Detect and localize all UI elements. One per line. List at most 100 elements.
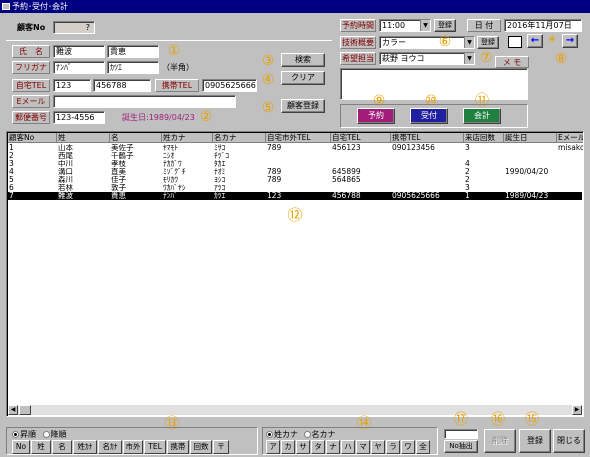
table-cell: 7	[9, 192, 14, 200]
column-header[interactable]: 顧客No	[8, 133, 57, 143]
register-customer-button[interactable]: 顧客登録	[281, 99, 325, 113]
table-cell: 123	[267, 192, 282, 200]
column-header[interactable]: 姓	[57, 133, 110, 143]
sort-button[interactable]: 市外	[123, 440, 143, 454]
last-kana-input[interactable]: ﾅﾝﾊﾞ	[53, 61, 105, 74]
sort-button[interactable]: 〒	[213, 440, 229, 454]
column-header[interactable]: 名カナ	[213, 133, 266, 143]
staff-select[interactable]: 萩野 ヨウコ ▼	[379, 52, 475, 65]
sort-button[interactable]: No	[12, 440, 30, 454]
marker-7: ⑦	[479, 50, 493, 66]
table-cell: 敦子	[111, 184, 126, 192]
email-input[interactable]	[53, 95, 236, 108]
kana-filter-button[interactable]: サ	[296, 440, 310, 454]
date-field[interactable]: 2016年11月07日	[504, 19, 582, 32]
sort-button[interactable]: 携帯	[167, 440, 189, 454]
table-cell: 4	[465, 160, 470, 168]
mobile-tel-input[interactable]: 0905625666	[202, 79, 257, 92]
sort-asc-radio[interactable]	[12, 431, 19, 438]
column-header[interactable]: 誕生日	[504, 133, 557, 143]
delete-button[interactable]: 削除	[484, 429, 516, 453]
table-row[interactable]: 3 中川 孝枝 ﾅｶｶﾞﾜ ﾀｶｴ 4	[8, 160, 582, 168]
first-kana-input[interactable]: ｶﾂｴ	[107, 61, 159, 74]
no-extract-input[interactable]	[444, 429, 478, 439]
table-row[interactable]: 1 山本 美佐子 ﾔﾏﾓﾄ ﾐｻｺ 789 456123 090123456 3 misako@	[8, 144, 583, 152]
scroll-left-icon[interactable]: ◀	[8, 405, 18, 415]
close-button[interactable]: 閉じる	[553, 429, 585, 453]
table-cell: 千鶴子	[111, 152, 134, 160]
reception-button[interactable]: 受付	[410, 108, 448, 124]
today-icon[interactable]: ☀	[544, 33, 560, 47]
save-button[interactable]: 登録	[519, 429, 551, 453]
first-name-input[interactable]: 貴恵	[107, 45, 159, 58]
kana-last-radio[interactable]	[266, 431, 273, 438]
staff-label: 希望担当	[340, 52, 376, 65]
table-row[interactable]: 2 西尾 千鶴子 ﾆｼｵ ﾁﾂﾞｺ	[8, 152, 582, 160]
marker-17: ⑰	[454, 412, 468, 428]
kana-filter-button[interactable]: ナ	[326, 440, 340, 454]
table-cell	[331, 152, 391, 160]
checkout-button[interactable]: 会計	[463, 108, 501, 124]
table-cell	[266, 152, 331, 160]
kana-filter-button[interactable]: ア	[266, 440, 280, 454]
kana-filter-button[interactable]: マ	[356, 440, 370, 454]
home-tel-area-input[interactable]: 123	[53, 79, 91, 92]
chevron-down-icon: ▼	[420, 20, 430, 31]
app-icon	[2, 3, 10, 10]
home-tel-input[interactable]: 456788	[93, 79, 151, 92]
prev-date-button[interactable]: ←	[527, 34, 543, 48]
reserve-time-select[interactable]: 11:00 ▼	[379, 19, 431, 32]
table-row[interactable]: 5 森川 佳子 ﾓﾘｶﾜ ﾖｼｺ 789 564865 2	[8, 176, 582, 184]
sort-button[interactable]: 姓	[31, 440, 51, 454]
column-header[interactable]: 自宅市外TEL	[266, 133, 331, 143]
kana-first-radio[interactable]	[303, 431, 311, 438]
postal-input[interactable]: 123-4556	[53, 111, 105, 124]
register-time-button[interactable]: 登録	[434, 19, 456, 32]
table-cell	[557, 176, 583, 184]
table-cell: 西尾	[58, 152, 73, 160]
table-cell: ﾔﾏﾓﾄ	[163, 144, 178, 152]
kana-filter-button[interactable]: 全	[416, 440, 430, 454]
sort-button[interactable]: 名	[52, 440, 72, 454]
table-cell	[391, 176, 464, 184]
kana-filter-button[interactable]: カ	[281, 440, 295, 454]
kana-filter-button[interactable]: タ	[311, 440, 325, 454]
sort-button[interactable]: 名ｶﾅ	[98, 440, 122, 454]
kana-filter-button[interactable]: ハ	[341, 440, 355, 454]
tech-select[interactable]: カラー ▼	[379, 36, 475, 49]
window-icon[interactable]	[508, 36, 522, 48]
search-button[interactable]: 検索	[281, 53, 325, 67]
table-cell: ﾜｶﾊﾞﾔｼ	[163, 184, 186, 192]
scroll-right-icon[interactable]: ▶	[572, 405, 582, 415]
reserve-button[interactable]: 予約	[357, 108, 395, 124]
column-header[interactable]: 姓カナ	[162, 133, 213, 143]
scroll-thumb[interactable]	[19, 405, 31, 415]
selected-table-row[interactable]: 7 難波 貴恵 ﾅﾝﾊﾞ ｶﾂｴ 123 456788 0905625666 1 1989/04/…	[8, 192, 582, 200]
column-header[interactable]: Eメール	[557, 133, 583, 143]
table-cell: 6	[9, 184, 14, 192]
column-header[interactable]: 携帯TEL	[391, 133, 464, 143]
clear-button[interactable]: クリア	[281, 71, 325, 85]
sort-button[interactable]: 回数	[190, 440, 212, 454]
sort-button[interactable]: TEL	[144, 440, 166, 454]
column-header[interactable]: 自宅TEL	[331, 133, 391, 143]
table-cell	[504, 176, 557, 184]
no-extract-button[interactable]: No抽出	[444, 440, 478, 453]
next-date-button[interactable]: →	[562, 34, 578, 48]
table-cell	[504, 152, 557, 160]
kana-filter-button[interactable]: ワ	[401, 440, 415, 454]
kana-filter-button[interactable]: ヤ	[371, 440, 385, 454]
column-header[interactable]: 名	[110, 133, 162, 143]
register-tech-button[interactable]: 登録	[477, 36, 499, 49]
table-cell: 789	[267, 176, 282, 184]
customer-table[interactable]: 顧客No 姓名姓カナ 名カナ 自宅市外TEL 自宅TEL 携帯TEL 来店回数 誕生日 Eメール…	[6, 131, 584, 417]
table-row[interactable]: 4 溝口 直美 ﾐｿﾞｸﾞﾁ ﾅｵﾐ 789 645899 2 1990/04/20	[8, 168, 582, 176]
table-cell: 2	[465, 176, 470, 184]
table-row[interactable]: 6 若林 敦子 ﾜｶﾊﾞﾔｼ ｱﾂｺ 3	[8, 184, 582, 192]
last-name-input[interactable]: 難波	[53, 45, 105, 58]
sort-button[interactable]: 姓ｶﾅ	[73, 440, 97, 454]
postal-label: 郵便番号	[12, 111, 50, 124]
sort-desc-radio[interactable]	[42, 431, 50, 438]
kana-filter-button[interactable]: ラ	[386, 440, 400, 454]
column-header[interactable]: 来店回数	[464, 133, 504, 143]
